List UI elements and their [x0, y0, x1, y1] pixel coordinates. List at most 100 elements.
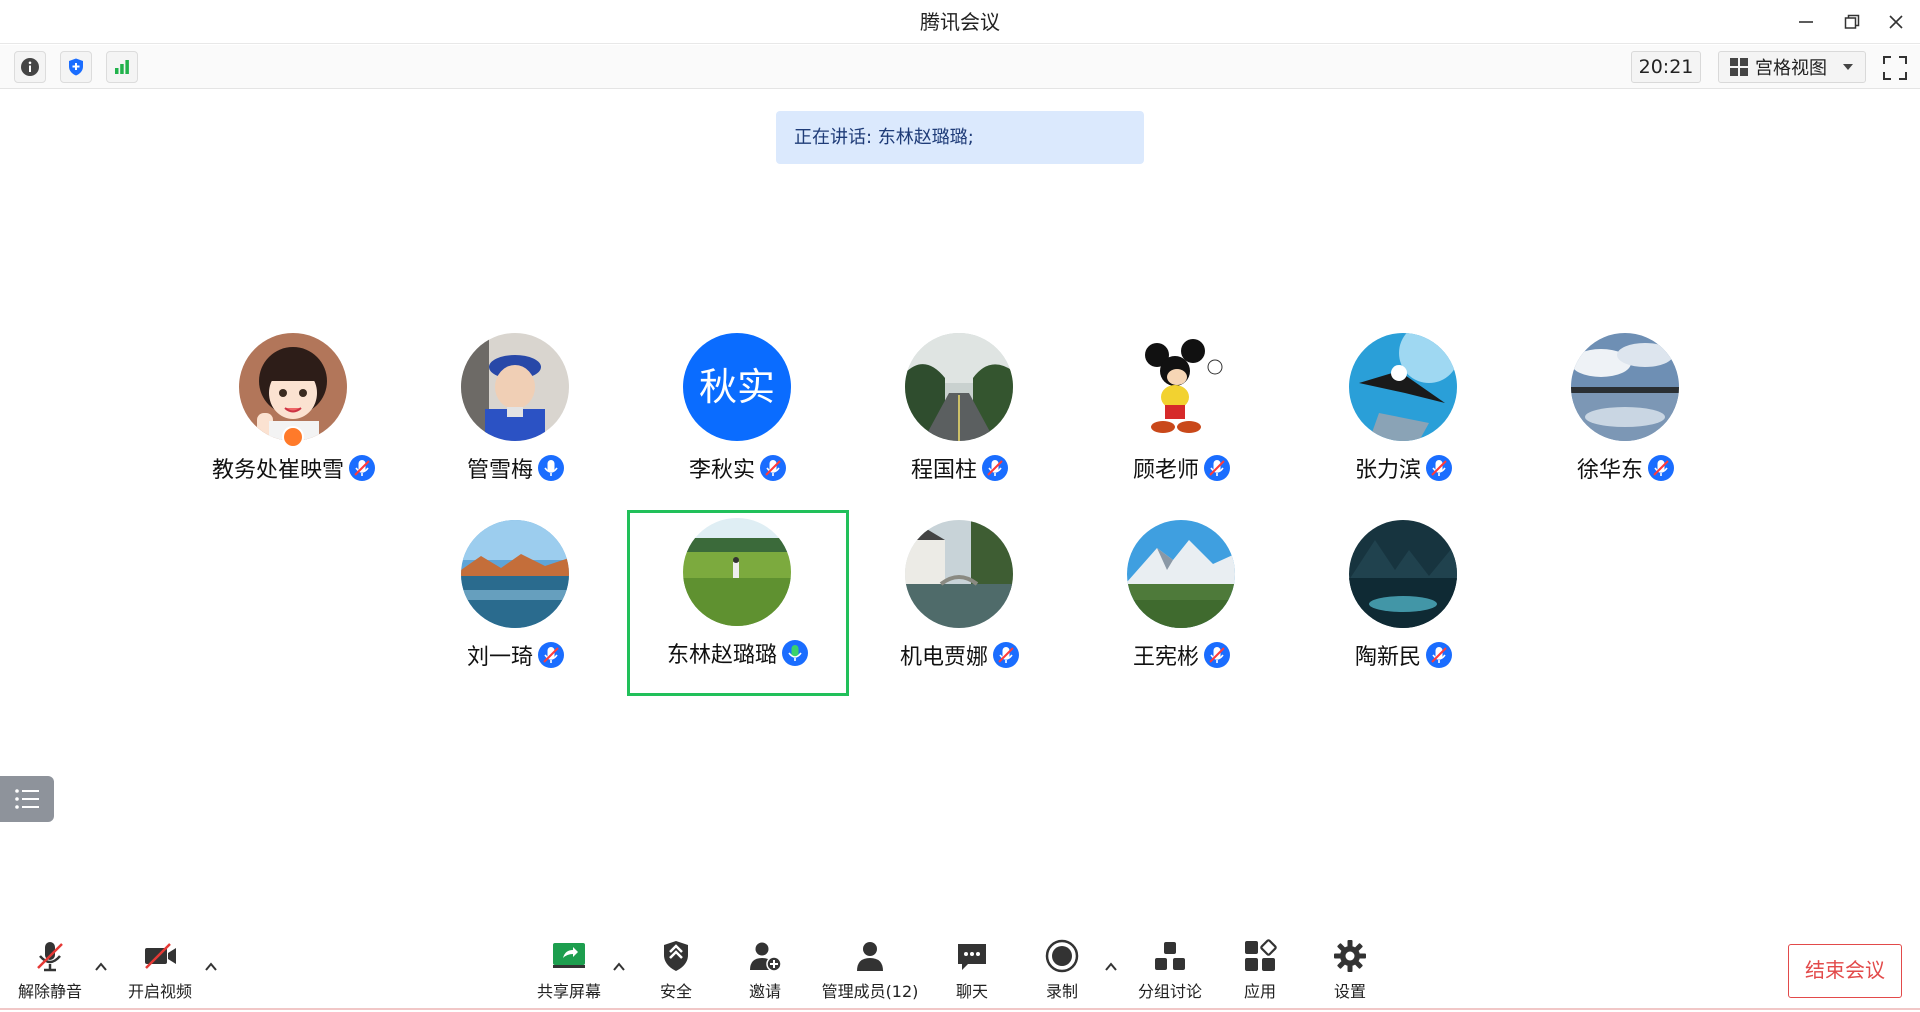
participant-tile[interactable]: 机电贾娜	[849, 512, 1071, 698]
participant-tile[interactable]: 陶新民	[1293, 512, 1515, 698]
gear-icon	[1334, 940, 1366, 972]
list-icon	[15, 789, 39, 809]
participant-name-row: 陶新民	[1293, 640, 1515, 670]
invite-button[interactable]: 邀请	[745, 936, 785, 1006]
mic-muted-icon[interactable]	[1425, 641, 1453, 669]
mic-muted-icon[interactable]	[1647, 454, 1675, 482]
participant-name: 徐华东	[1576, 458, 1643, 483]
view-mode-label: 宫格视图	[1755, 58, 1827, 79]
participant-name-row: 张力滨	[1293, 453, 1515, 483]
speaking-indicator: 正在讲话: 东林赵璐璐;	[776, 111, 1144, 164]
camera-off-icon	[145, 943, 176, 969]
share-screen-button[interactable]: 共享屏幕	[534, 936, 604, 1006]
meeting-window: 腾讯会议 20:21 宫格视图 正在讲话: 东林赵璐璐; 教务处崔映雪 管雪梅 …	[0, 0, 1920, 1012]
mic-muted-icon[interactable]	[348, 454, 376, 482]
participant-tile[interactable]: 徐华东	[1515, 325, 1737, 511]
participant-tile[interactable]: 管雪梅	[405, 325, 627, 511]
invite-label: 邀请	[748, 982, 781, 1001]
participant-name-row: 李秋实	[627, 453, 849, 483]
participant-name: 李秋实	[688, 458, 755, 483]
participant-name-row: 刘一琦	[405, 640, 627, 670]
restore-icon	[1844, 14, 1860, 29]
manage-members-label: 管理成员(12)	[821, 982, 919, 1001]
participant-tile[interactable]: 教务处崔映雪	[183, 325, 405, 511]
grid-view-icon	[1730, 58, 1748, 76]
avatar	[683, 518, 791, 626]
fullscreen-icon[interactable]	[1882, 55, 1908, 81]
avatar	[1349, 333, 1457, 441]
avatar	[905, 520, 1013, 628]
participant-name-row: 机电贾娜	[849, 640, 1071, 670]
participant-tile[interactable]: 顾老师	[1071, 325, 1293, 511]
members-icon	[857, 942, 883, 971]
participant-name: 程国柱	[910, 458, 977, 483]
avatar	[239, 333, 347, 441]
participant-name: 顾老师	[1132, 458, 1199, 483]
chat-button[interactable]: 聊天	[952, 936, 992, 1006]
manage-members-button[interactable]: 管理成员(12)	[820, 936, 920, 1006]
network-status-button[interactable]	[106, 51, 138, 83]
minimize-button[interactable]	[1788, 6, 1824, 38]
title-bar: 腾讯会议	[0, 0, 1920, 44]
meeting-clock: 20:21	[1631, 51, 1701, 83]
share-screen-label: 共享屏幕	[536, 982, 601, 1001]
security-status-button[interactable]	[60, 51, 92, 83]
record-button[interactable]: 录制	[1042, 936, 1082, 1006]
participant-tile-speaking[interactable]: 东林赵璐璐	[627, 510, 849, 696]
security-label: 安全	[659, 982, 692, 1001]
participant-tile[interactable]: 刘一琦	[405, 512, 627, 698]
shield-icon	[69, 58, 83, 76]
participant-name-row: 教务处崔映雪	[183, 453, 405, 483]
mic-muted-icon[interactable]	[992, 641, 1020, 669]
start-video-button[interactable]: 开启视频	[124, 936, 196, 1006]
avatar	[461, 333, 569, 441]
mic-muted-icon[interactable]	[759, 454, 787, 482]
chevron-up-icon[interactable]	[610, 958, 628, 976]
participant-name: 东林赵璐璐	[666, 643, 777, 668]
chat-icon	[958, 944, 986, 970]
member-list-toggle[interactable]	[0, 776, 54, 822]
settings-button[interactable]: 设置	[1330, 936, 1370, 1006]
close-icon	[1889, 15, 1903, 29]
mic-muted-icon[interactable]	[537, 641, 565, 669]
top-toolbar: 20:21 宫格视图	[0, 45, 1920, 89]
restore-button[interactable]	[1834, 6, 1870, 38]
close-window-button[interactable]	[1878, 6, 1914, 38]
participant-tile[interactable]: 张力滨	[1293, 325, 1515, 511]
chevron-up-icon[interactable]	[202, 958, 220, 976]
participant-tile[interactable]: 秋实 李秋实	[627, 325, 849, 511]
mic-muted-icon[interactable]	[1203, 641, 1231, 669]
participant-name-row: 顾老师	[1071, 453, 1293, 483]
add-user-icon	[750, 942, 782, 972]
meeting-info-button[interactable]	[14, 51, 46, 83]
chevron-up-icon[interactable]	[1102, 958, 1120, 976]
settings-label: 设置	[1333, 982, 1366, 1001]
view-mode-dropdown[interactable]: 宫格视图	[1718, 51, 1866, 83]
breakout-icon	[1155, 942, 1185, 970]
end-meeting-button[interactable]: 结束会议	[1788, 944, 1902, 998]
unmute-label: 解除静音	[17, 982, 82, 1001]
mic-muted-icon[interactable]	[1203, 454, 1231, 482]
participant-tile[interactable]: 程国柱	[849, 325, 1071, 511]
apps-button[interactable]: 应用	[1240, 936, 1280, 1006]
caret-down-icon	[1843, 64, 1853, 70]
mic-muted-icon[interactable]	[1425, 454, 1453, 482]
mic-speaking-icon[interactable]	[781, 639, 809, 667]
avatar	[1127, 520, 1235, 628]
mic-muted-icon[interactable]	[981, 454, 1009, 482]
signal-bars-icon	[115, 60, 129, 74]
apps-icon	[1245, 939, 1277, 971]
breakout-rooms-button[interactable]: 分组讨论	[1134, 936, 1206, 1006]
participant-tile[interactable]: 王宪彬	[1071, 512, 1293, 698]
unmute-button[interactable]: 解除静音	[16, 936, 84, 1006]
info-icon	[21, 58, 39, 76]
avatar	[1349, 520, 1457, 628]
avatar	[1127, 333, 1235, 441]
security-button[interactable]: 安全	[656, 936, 696, 1006]
chevron-up-icon[interactable]	[92, 958, 110, 976]
participant-name: 机电贾娜	[899, 645, 988, 670]
mic-on-icon[interactable]	[537, 454, 565, 482]
bottom-control-bar: 解除静音 开启视频 共享屏幕 安全 邀请 管理成员(12) 聊天 录制 分组讨论…	[0, 930, 1920, 1012]
participant-name: 陶新民	[1354, 645, 1421, 670]
participant-name: 张力滨	[1354, 458, 1421, 483]
